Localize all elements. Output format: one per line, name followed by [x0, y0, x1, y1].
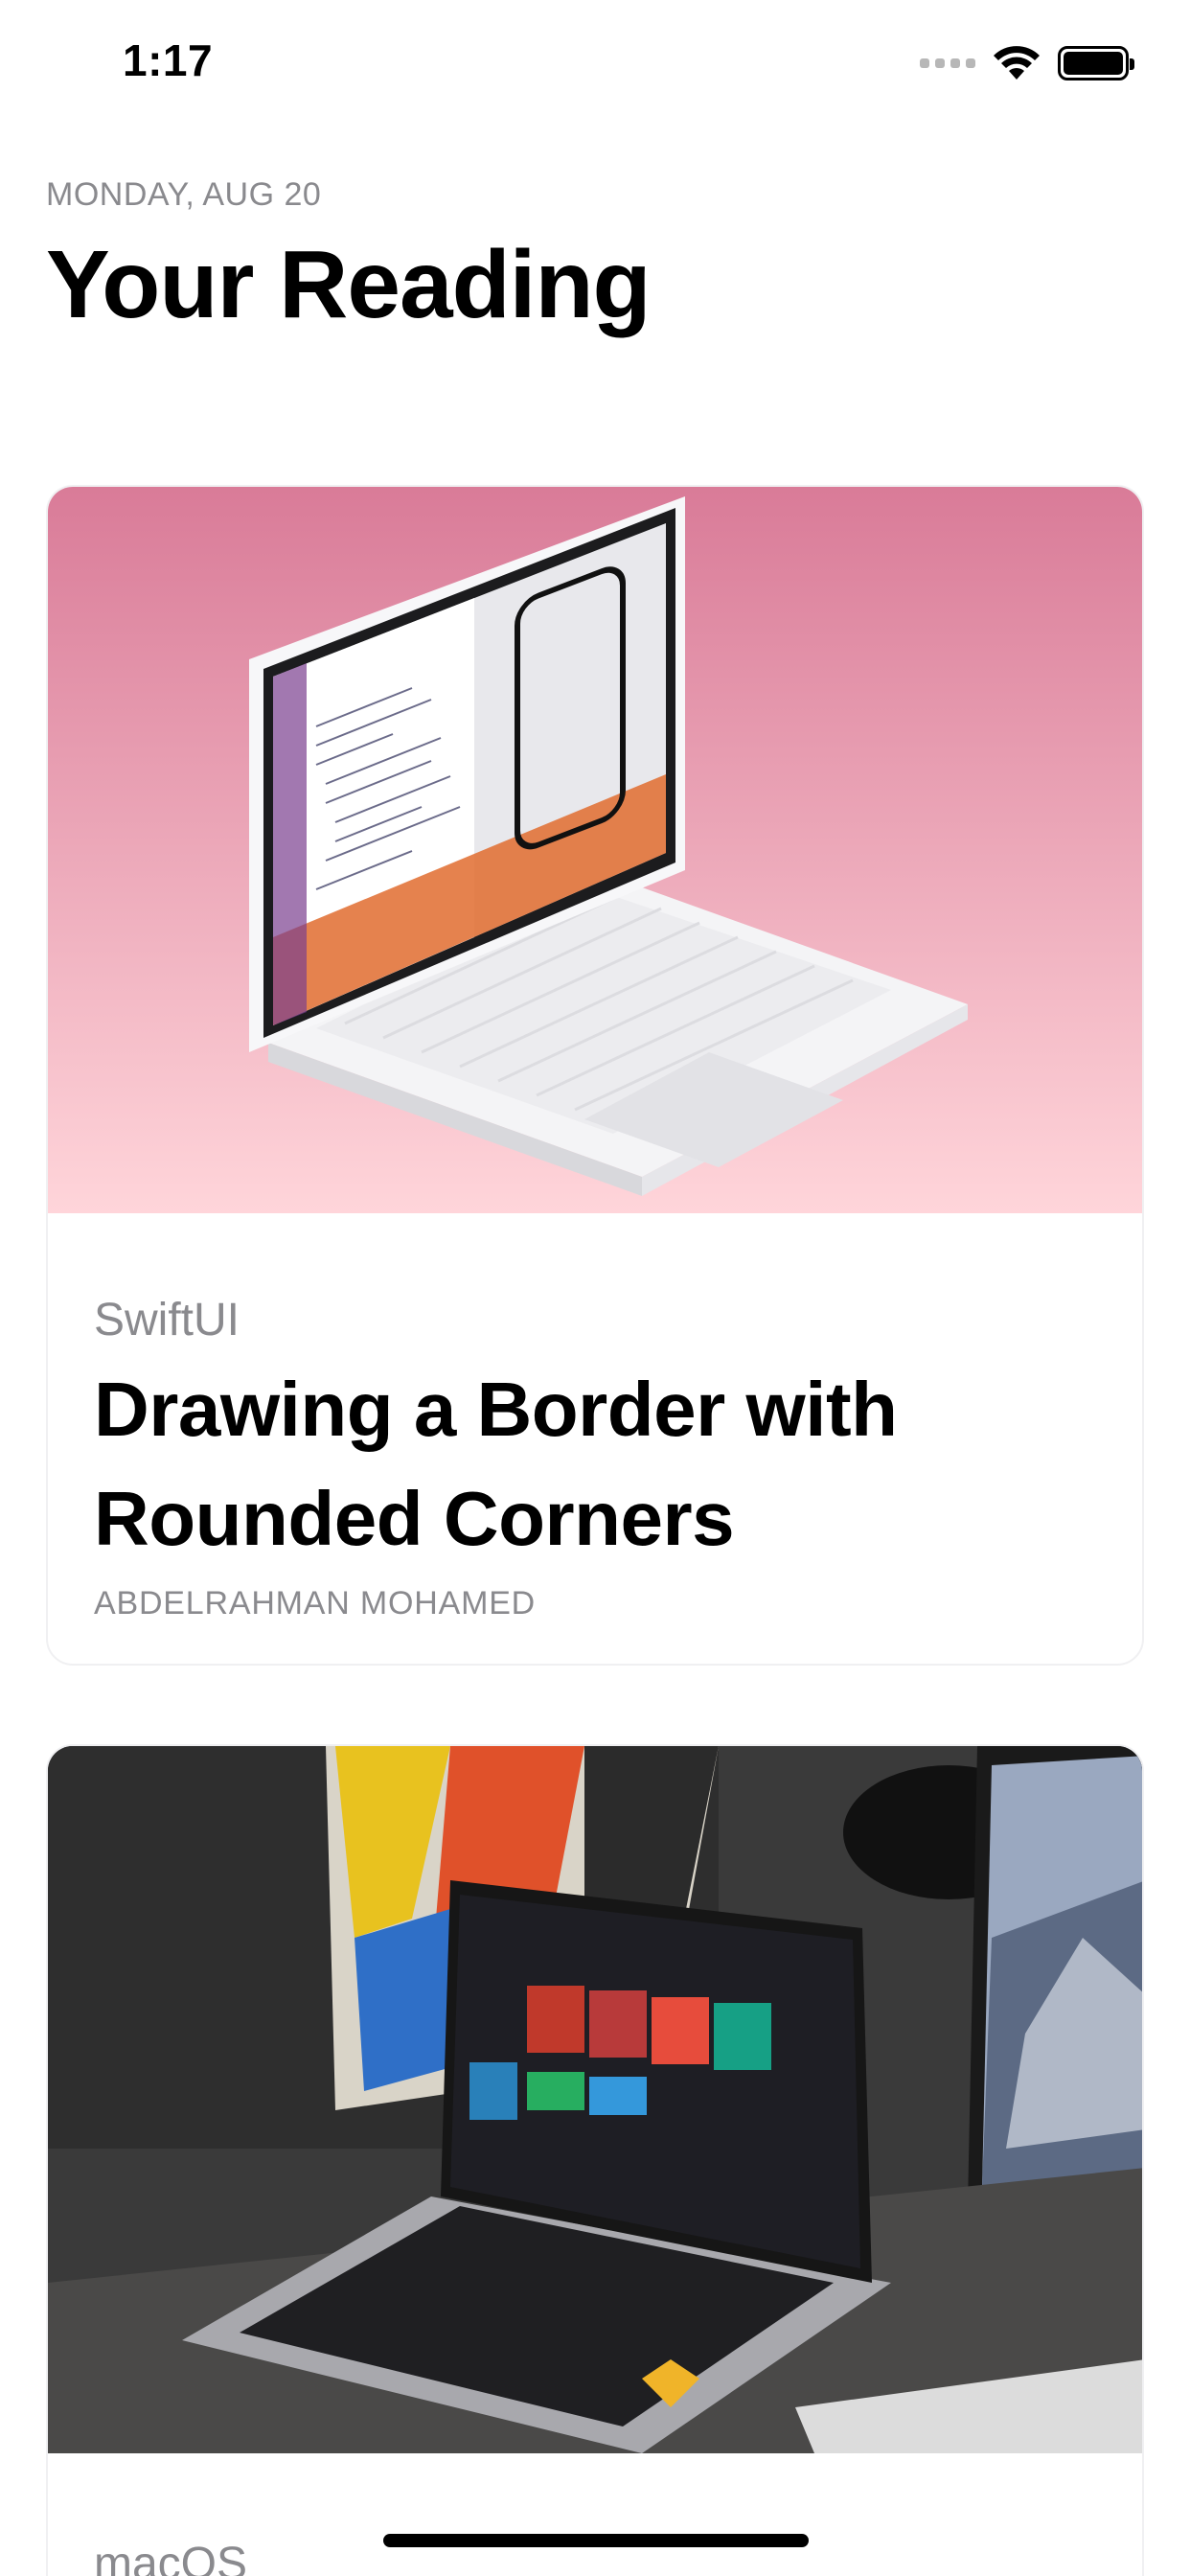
home-indicator[interactable] [383, 2534, 809, 2547]
battery-icon [1058, 46, 1134, 80]
page-title: Your Reading [46, 231, 652, 338]
status-bar: 1:17 [0, 0, 1190, 126]
laptop-illustration [249, 496, 968, 1196]
cellular-signal-icon [920, 58, 975, 68]
article-image [48, 1746, 1142, 2453]
article-author: ABDELRAHMAN MOHAMED [94, 1585, 537, 1622]
date-label: MONDAY, AUG 20 [46, 176, 322, 213]
article-card[interactable]: macOS [46, 1744, 1144, 2576]
laptop-photo [48, 1746, 1142, 2453]
wifi-icon [993, 45, 1041, 81]
screen: 1:17 MONDAY, AUG 20 Your Reading SwiftUI… [0, 0, 1190, 2576]
article-title: Drawing a Border with Rounded Corners [94, 1367, 898, 1561]
article-category: SwiftUI [94, 1295, 240, 1346]
article-category: macOS [94, 2539, 248, 2576]
status-indicators [920, 42, 1134, 84]
status-time: 1:17 [123, 35, 214, 85]
article-card[interactable]: SwiftUI Drawing a Border with Rounded Co… [46, 485, 1144, 1666]
article-image [48, 487, 1142, 1213]
